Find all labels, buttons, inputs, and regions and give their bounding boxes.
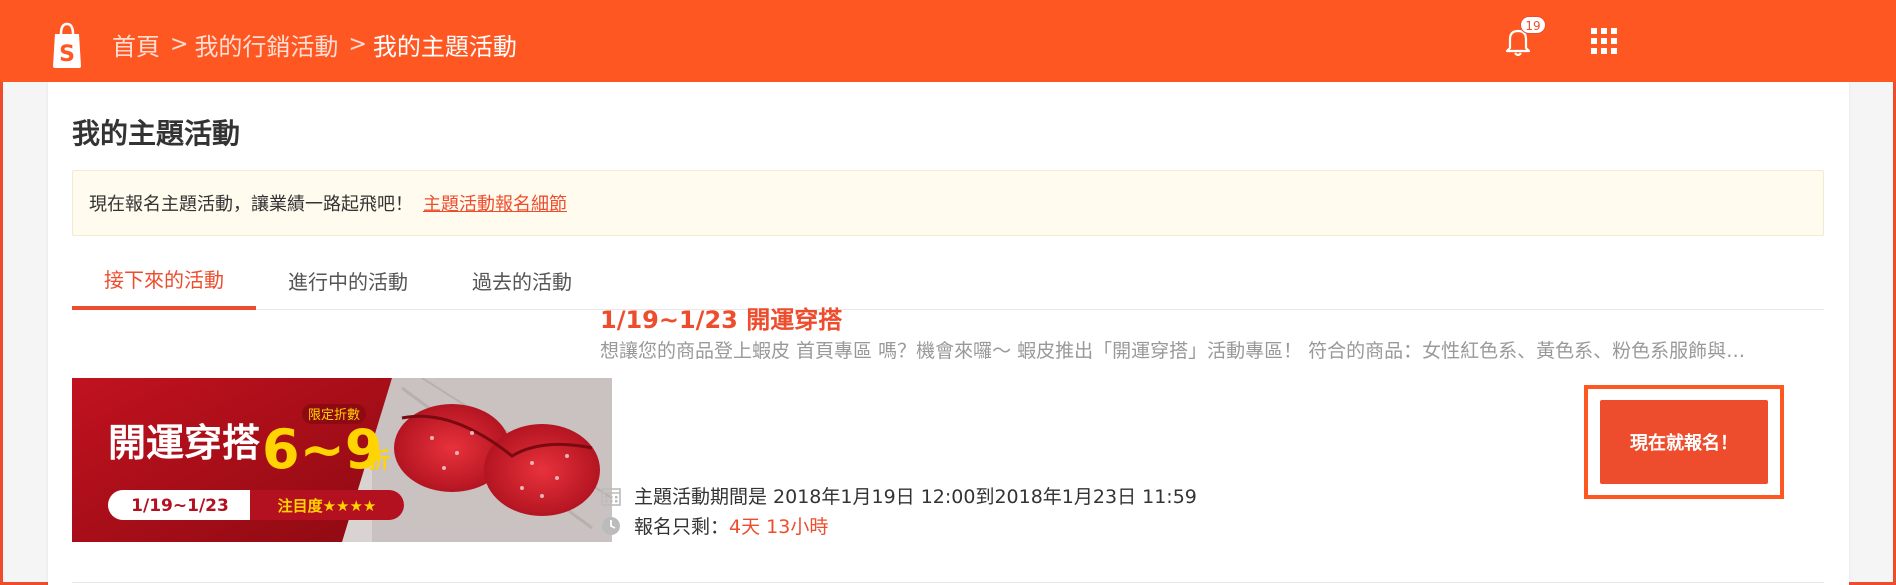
breadcrumb-separator: > <box>348 31 367 57</box>
clock-icon <box>602 516 620 535</box>
remaining-value: 4天 13小時 <box>729 516 829 538</box>
join-now-button[interactable]: 現在就報名！ <box>1600 400 1768 484</box>
banner-dates: 1/19~1/23 <box>131 496 229 516</box>
banner-discount: 6~9 <box>262 418 382 481</box>
event-title[interactable]: 1/19~1/23 開運穿搭 <box>600 300 842 335</box>
calendar-icon <box>601 487 621 506</box>
tab-past[interactable]: 過去的活動 <box>440 250 604 310</box>
svg-text:S: S <box>59 42 75 67</box>
event-tabs: 接下來的活動 進行中的活動 過去的活動 <box>72 250 1824 310</box>
event-banner-image[interactable]: 開運穿搭 限定折數 6~9 折 1/19~1/23 注目度★★★★ <box>72 378 612 542</box>
notice-text: 現在報名主題活動，讓業績一路起飛吧！ <box>89 194 413 215</box>
event-remaining-row: 報名只剩： 4天 13小時 <box>600 512 828 539</box>
remaining-label: 報名只剩： <box>634 516 730 538</box>
banner-headline: 開運穿搭 <box>108 421 260 465</box>
row-divider <box>72 582 1824 583</box>
tab-upcoming[interactable]: 接下來的活動 <box>72 250 256 310</box>
event-description: 想讓您的商品登上蝦皮 首頁專區 嗎？機會來囉～ 蝦皮推出「開運穿搭」活動專區！ … <box>600 340 1760 362</box>
tab-ongoing[interactable]: 進行中的活動 <box>256 250 440 310</box>
breadcrumb-marketing[interactable]: 我的行銷活動 <box>194 27 338 62</box>
event-period-text: 主題活動期間是 2018年1月19日 12:00到2018年1月23日 11:5… <box>634 486 1197 508</box>
shopee-logo-icon[interactable]: S <box>52 20 82 70</box>
event-period-row: 主題活動期間是 2018年1月19日 12:00到2018年1月23日 11:5… <box>600 482 1197 509</box>
apps-grid-icon[interactable] <box>1591 28 1617 54</box>
content-card: 我的主題活動 現在報名主題活動，讓業績一路起飛吧！ 主題活動報名細節 接下來的活… <box>48 82 1849 585</box>
page-title: 我的主題活動 <box>72 117 241 150</box>
notification-badge: 19 <box>1520 16 1546 34</box>
breadcrumb: 首頁 > 我的行銷活動 > 我的主題活動 <box>112 26 517 62</box>
top-bar: S 首頁 > 我的行銷活動 > 我的主題活動 19 <box>0 0 1896 82</box>
breadcrumb-separator: > <box>170 31 189 57</box>
breadcrumb-current: 我的主題活動 <box>372 32 517 61</box>
notice-details-link[interactable]: 主題活動報名細節 <box>423 190 567 216</box>
banner-attention: 注目度★★★★ <box>278 497 377 515</box>
breadcrumb-home[interactable]: 首頁 <box>112 27 160 62</box>
banner-discount-unit: 折 <box>368 449 390 474</box>
notice-bar: 現在報名主題活動，讓業績一路起飛吧！ 主題活動報名細節 <box>72 170 1824 236</box>
